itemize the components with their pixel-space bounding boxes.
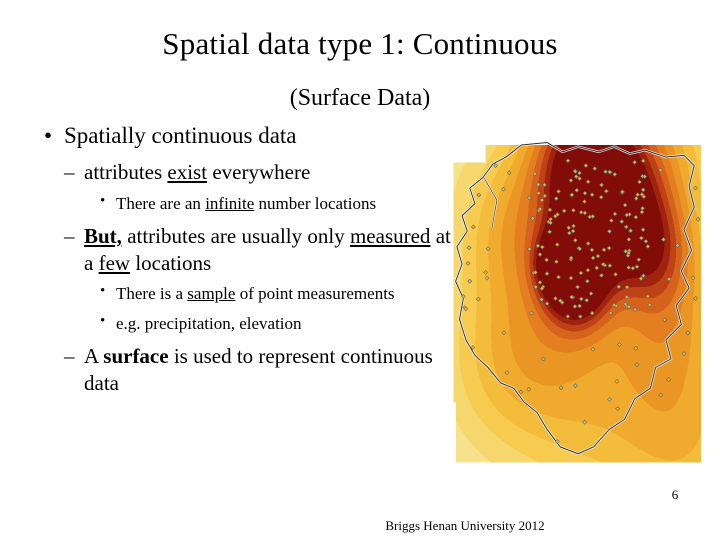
list-item: – A surface is used to represent continu…	[22, 343, 462, 397]
list-item: • e.g. precipitation, elevation	[22, 313, 462, 335]
continuous-surface-map-image	[444, 126, 702, 471]
list-item: • There is a sample of point measurement…	[22, 283, 462, 305]
page-title: Spatial data type 1: Continuous	[162, 26, 558, 61]
list-item: • Spatially continuous data	[22, 122, 462, 151]
slide: Spatial data type 1: Continuous (Surface…	[0, 0, 720, 540]
list-item-text: attributes exist everywhere	[84, 159, 311, 184]
bullet-marker: –	[64, 223, 75, 248]
bullet-list: • Spatially continuous data – attributes…	[22, 122, 462, 398]
list-item-text: A surface is used to represent continuou…	[84, 343, 433, 395]
map-canvas	[444, 126, 702, 471]
page-subtitle: (Surface Data)	[289, 85, 431, 111]
bullet-marker: –	[64, 343, 75, 368]
page-number: 6	[671, 487, 679, 502]
list-item-text: There are an infinite number locations	[116, 193, 377, 213]
list-item-text: Spatially continuous data	[64, 123, 297, 148]
bullet-marker: –	[64, 159, 75, 184]
bullet-marker: •	[100, 192, 106, 209]
list-item-text: There is a sample of point measurements	[116, 284, 395, 304]
slide-footer: Briggs Henan University 2012	[385, 518, 545, 533]
bullet-marker: •	[100, 312, 106, 329]
list-item: – But, attributes are usually only measu…	[22, 223, 462, 277]
bullet-marker: •	[100, 283, 106, 300]
bullet-marker: •	[44, 123, 53, 148]
list-item: • There are an infinite number locations	[22, 193, 462, 215]
list-item: – attributes exist everywhere	[22, 159, 462, 186]
list-item-text: But, attributes are usually only measure…	[84, 223, 451, 275]
list-item-text: e.g. precipitation, elevation	[116, 313, 302, 333]
